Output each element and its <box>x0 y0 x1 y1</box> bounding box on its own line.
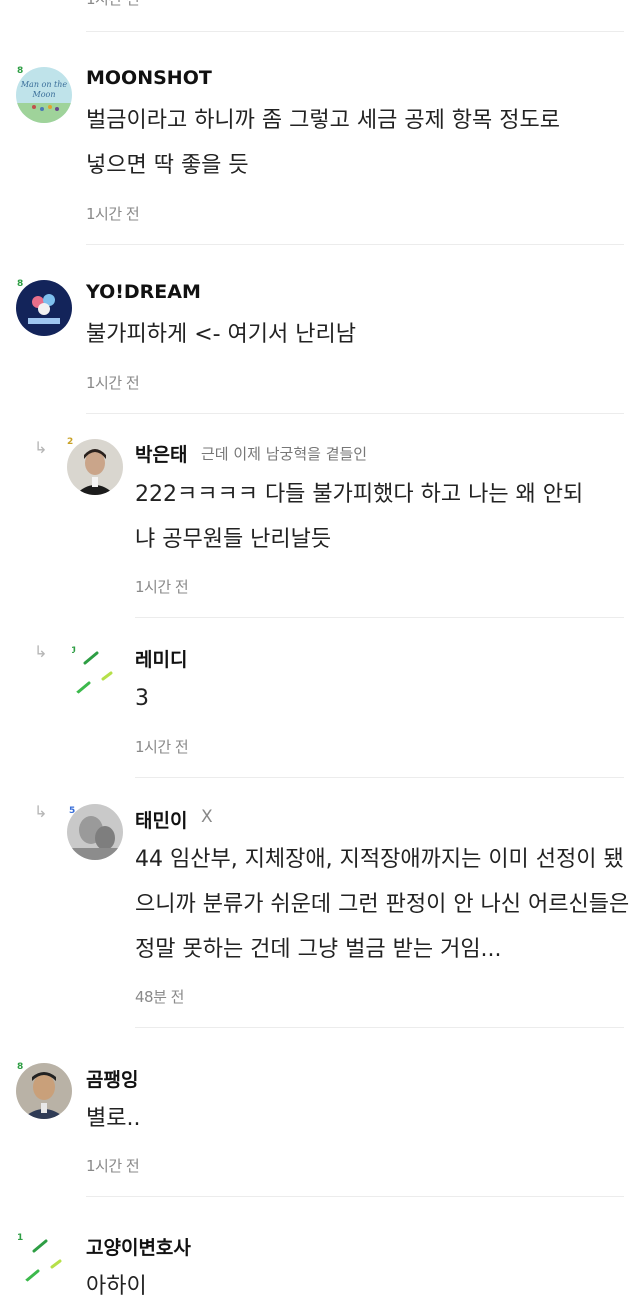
divider <box>86 244 624 245</box>
reply-arrow-icon: ↳ <box>34 802 48 821</box>
level-badge: 8 <box>17 1062 24 1072</box>
level-badge: 8 <box>17 66 24 76</box>
avatar[interactable] <box>67 804 123 860</box>
avatar[interactable] <box>16 1063 72 1119</box>
nickname[interactable]: MOONSHOT <box>86 67 212 89</box>
divider <box>135 777 624 778</box>
comment-text-line: 아하이 <box>86 1274 147 1299</box>
avatar[interactable] <box>16 280 72 336</box>
comment-time: 1시간 전 <box>86 205 140 223</box>
comment-text-line: 벌금이라고 하니까 좀 그렇고 세금 공제 항목 정도로 <box>86 108 560 133</box>
comment-time: 1시간 전 <box>86 374 140 392</box>
comment-text-line: 냐 공무원들 난리날듯 <box>135 527 332 552</box>
divider <box>135 617 624 618</box>
comment-text-line: 넣으면 딱 좋을 듯 <box>86 153 249 178</box>
divider <box>135 1027 624 1028</box>
svg-text:Moon: Moon <box>32 90 56 99</box>
comment-text-line: 불가피하게 <- 여기서 난리남 <box>86 322 356 347</box>
comment-text-line: 별로.. <box>86 1106 141 1131</box>
comment-text-line: 44 임산부, 지체장애, 지적장애까지는 이미 선정이 됐 <box>135 847 624 872</box>
avatar[interactable] <box>67 643 123 699</box>
avatar[interactable] <box>16 1231 72 1287</box>
level-badge: 2 <box>67 437 74 447</box>
comment-time: 1시간 전 <box>86 1157 140 1175</box>
nickname[interactable]: 레미디 <box>135 645 187 672</box>
avatar[interactable] <box>67 439 123 495</box>
close-icon[interactable]: X <box>201 807 213 827</box>
nickname[interactable]: 고양이변호사 <box>86 1233 191 1260</box>
nickname[interactable]: 박은태 <box>135 440 187 467</box>
divider <box>86 1196 624 1197</box>
level-badge: 8 <box>17 279 24 289</box>
nickname[interactable]: YO!DREAM <box>86 281 201 303</box>
comment-time: 48분 전 <box>135 988 184 1006</box>
divider <box>86 413 624 414</box>
reply-arrow-icon: ↳ <box>34 642 48 661</box>
reply-arrow-icon: ↳ <box>34 438 48 457</box>
nickname[interactable]: 곰팽잉 <box>86 1065 138 1092</box>
comment-text-line: 3 <box>135 686 149 711</box>
comment-text-line: 으니까 분류가 쉬운데 그런 판정이 안 나신 어르신들은 <box>135 892 630 917</box>
user-tagline: 근데 이제 남궁혁을 곁들인 <box>201 445 368 463</box>
divider <box>86 31 624 32</box>
comment-time: 1시간 전 <box>135 738 189 756</box>
avatar[interactable]: Man on the Moon <box>16 67 72 123</box>
comment-text-line: 222ㅋㅋㅋㅋ 다들 불가피했다 하고 나는 왜 안되 <box>135 482 584 507</box>
comment-time: 1시간 전 <box>135 578 189 596</box>
nickname[interactable]: 태민이 <box>135 806 187 833</box>
comment-text-line: 정말 못하는 건데 그냥 벌금 받는 거임... <box>135 937 502 962</box>
svg-text:Man on the: Man on the <box>20 80 68 89</box>
comment-time: 1시간 전 <box>86 0 140 9</box>
